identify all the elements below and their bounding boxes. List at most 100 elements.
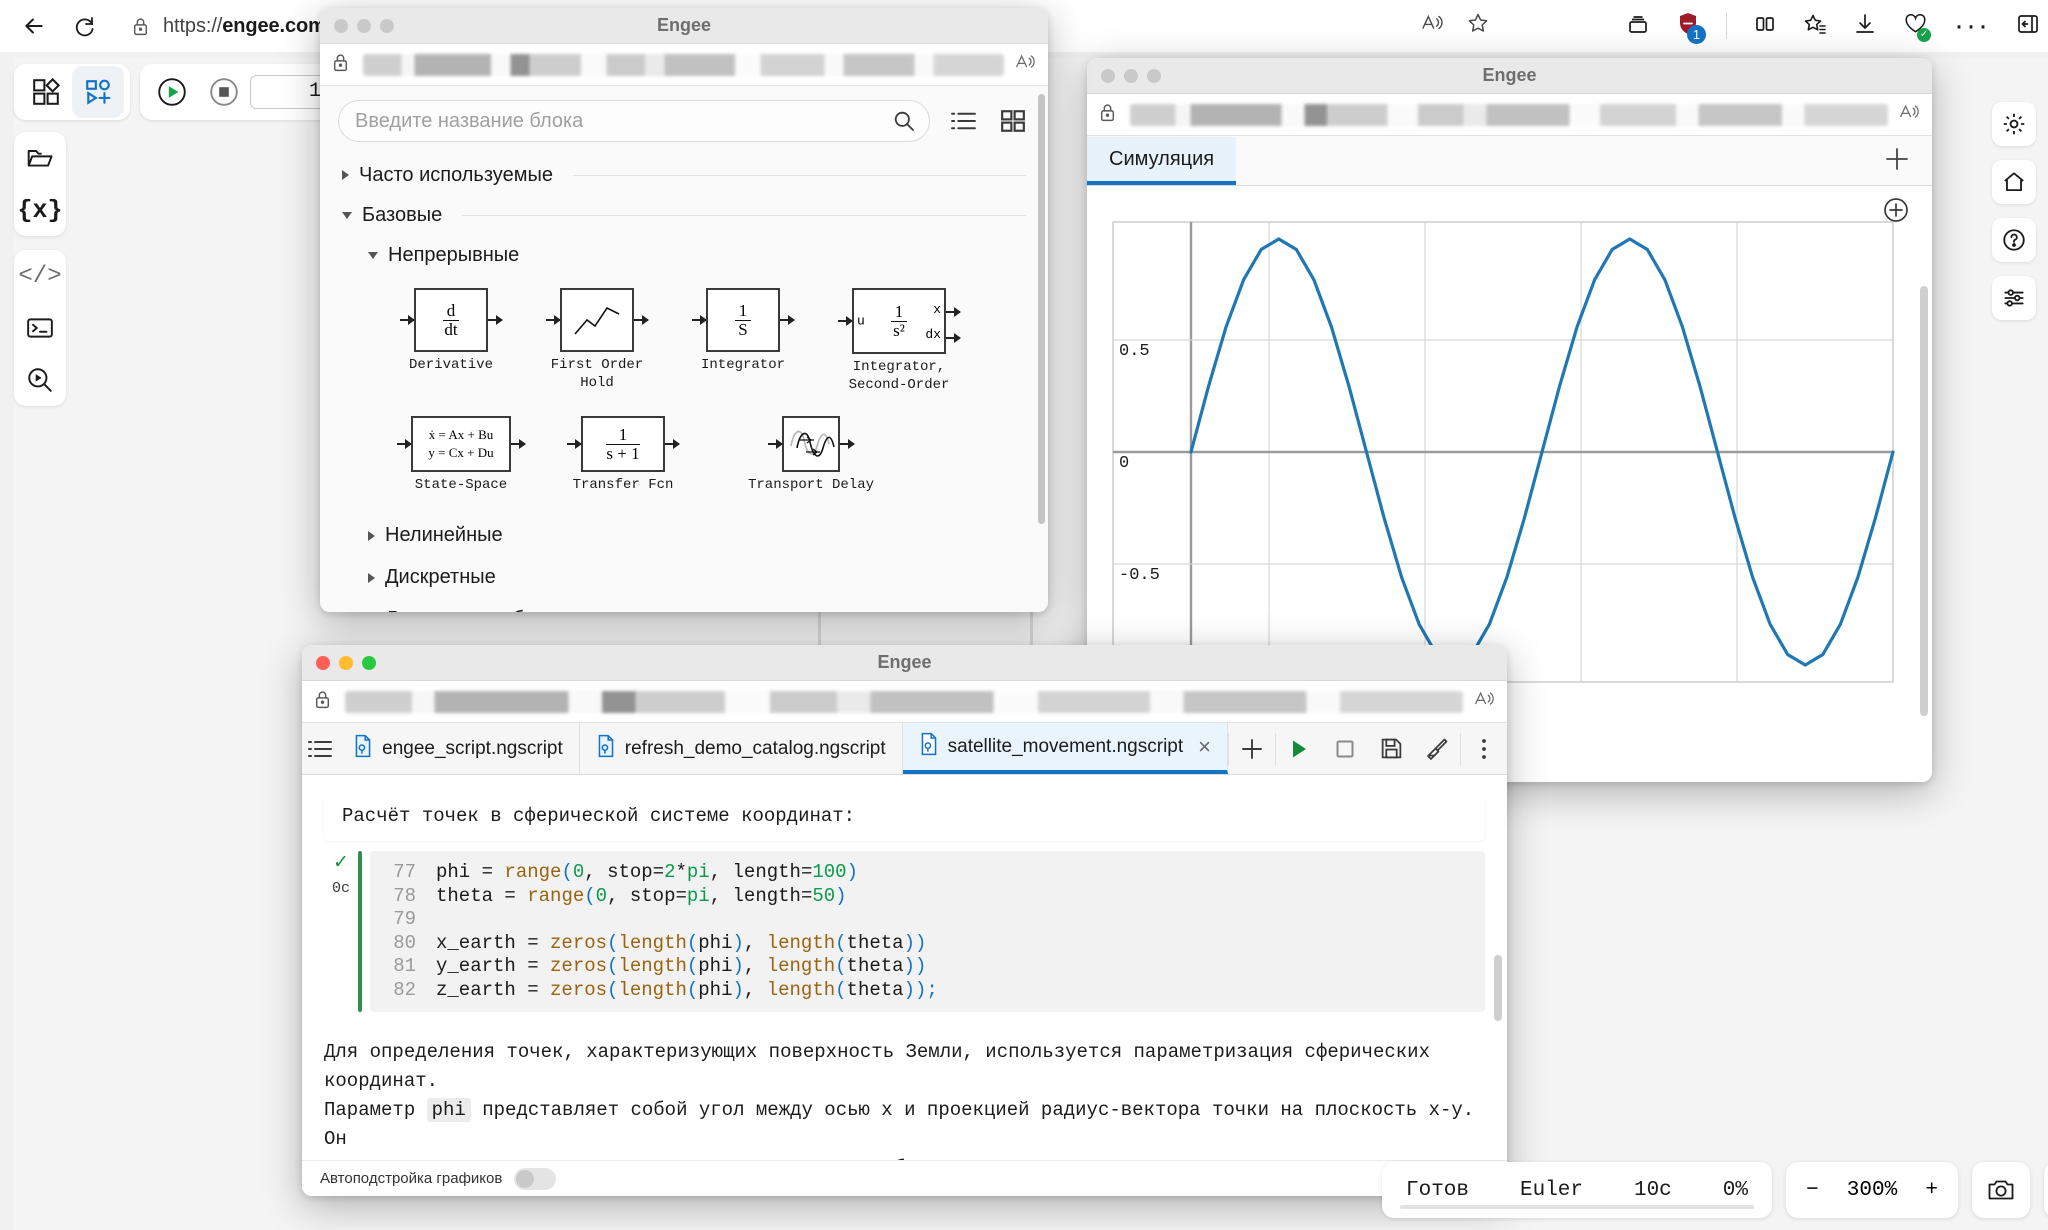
tab-simulation[interactable]: Симуляция (1087, 137, 1237, 185)
favorites-list-icon[interactable] (1803, 12, 1827, 41)
port-label-u: u (857, 313, 865, 329)
code-icon[interactable]: </> (14, 250, 66, 302)
new-tab-icon[interactable] (1229, 723, 1275, 775)
library-window-urlbar[interactable] (320, 44, 1048, 86)
settings-gear-icon[interactable] (1992, 102, 2036, 146)
maximize-button[interactable] (362, 656, 376, 670)
add-block-icon[interactable] (72, 66, 124, 118)
grid-view-icon[interactable] (996, 104, 1030, 138)
library-window-titlebar[interactable]: Engee (320, 8, 1048, 44)
run-icon[interactable] (1276, 723, 1322, 775)
code-cell[interactable]: ✓ 0c 77 phi = range(0, stop=2*pi, length=… (324, 851, 1485, 1012)
tab-refresh-demo-catalog[interactable]: refresh_demo_catalog.ngscript (579, 723, 903, 774)
tree-node-frequently-used[interactable]: Часто используемые (342, 156, 1026, 194)
terminal-icon[interactable] (14, 302, 66, 354)
shield-blocked-icon[interactable]: 1 (1676, 11, 1707, 44)
bug-icon[interactable] (2044, 1162, 2048, 1218)
block-label: Integrator, Second-Order (848, 359, 950, 393)
browser-essentials-icon[interactable]: ✓ (1903, 12, 1932, 42)
split-screen-icon[interactable] (1753, 12, 1777, 41)
tree-node-logic[interactable]: Логические и битовые (368, 601, 1026, 612)
maximize-button[interactable] (380, 19, 394, 33)
simulation-window-titlebar[interactable]: Engee (1087, 58, 1932, 94)
search-input[interactable]: Введите название блока (338, 100, 930, 142)
block-derivative[interactable]: d dt Derivative (396, 288, 506, 394)
sidebar-toggle-icon[interactable] (2016, 13, 2040, 40)
close-icon[interactable]: × (1198, 734, 1211, 760)
markdown-cell-heading[interactable]: Расчёт точек в сферической системе коорд… (324, 791, 1485, 841)
tab-satellite-movement[interactable]: satellite_movement.ngscript × (902, 723, 1228, 774)
close-button[interactable] (316, 656, 330, 670)
camera-icon[interactable] (1972, 1162, 2030, 1218)
star-icon[interactable] (1466, 11, 1490, 41)
maximize-button[interactable] (1147, 69, 1161, 83)
zoom-out-button[interactable]: − (1806, 1179, 1819, 1202)
reload-icon[interactable] (64, 6, 104, 46)
collections-icon[interactable] (1626, 12, 1650, 41)
stop-icon[interactable] (1322, 723, 1368, 775)
blocks-library-icon[interactable] (20, 66, 72, 118)
more-vertical-icon[interactable] (1461, 723, 1507, 775)
downloads-icon[interactable] (1853, 12, 1877, 41)
read-aloud-icon[interactable] (1014, 52, 1036, 77)
library-scrollbar[interactable] (1038, 94, 1045, 524)
block-label: First Order Hold (550, 357, 644, 391)
back-arrow-icon[interactable] (14, 6, 54, 46)
home-icon[interactable] (1992, 160, 2036, 204)
input-port (400, 315, 415, 325)
input-port (768, 439, 783, 449)
add-tab-icon[interactable] (1882, 144, 1912, 189)
output-port (665, 439, 680, 449)
window-traffic-lights[interactable] (1101, 69, 1161, 83)
save-icon[interactable] (1368, 723, 1414, 775)
stop-icon[interactable] (198, 66, 250, 118)
block-state-space[interactable]: ẋ = Ax + Bu y = Cx + Du State-Space (396, 416, 526, 495)
simulation-scrollbar[interactable] (1920, 286, 1928, 716)
block-transport-delay[interactable]: Transport Delay (736, 416, 886, 495)
zoom-in-button[interactable]: + (1925, 1179, 1938, 1202)
minimize-button[interactable] (1124, 69, 1138, 83)
read-aloud-icon[interactable] (1898, 102, 1920, 127)
block-transfer-fcn[interactable]: 1 s + 1 Transfer Fcn (567, 416, 680, 495)
minimize-button[interactable] (357, 19, 371, 33)
autofit-toggle[interactable] (514, 1167, 557, 1190)
open-folder-icon[interactable] (14, 132, 66, 184)
block-integrator[interactable]: 1 S Integrator (688, 288, 798, 394)
preferences-icon[interactable] (1992, 276, 2036, 320)
run-icon[interactable] (146, 66, 198, 118)
tree-label: Непрерывные (388, 243, 520, 266)
block-integrator-second-order[interactable]: u x dx 1 s² Integrator, Second-Order (834, 288, 964, 394)
minimize-button[interactable] (339, 656, 353, 670)
tab-engee-script[interactable]: engee_script.ngscript (337, 723, 580, 774)
tree-node-continuous[interactable]: Непрерывные (368, 236, 1026, 274)
tree-node-nonlinear[interactable]: Нелинейные (368, 517, 1026, 555)
read-aloud-icon[interactable] (1473, 689, 1495, 714)
block-glyph (546, 288, 649, 352)
script-window-titlebar[interactable]: Engee (302, 645, 1507, 681)
script-window-urlbar[interactable] (302, 681, 1507, 723)
tree-node-basic[interactable]: Базовые (342, 196, 1026, 234)
code-editor[interactable]: 77 phi = range(0, stop=2*pi, length=100) … (370, 851, 1485, 1012)
block-first-order-hold[interactable]: First Order Hold (542, 288, 652, 394)
notebook-scrollbar[interactable] (1494, 955, 1502, 1021)
tree-node-discrete[interactable]: Дискретные (368, 559, 1026, 597)
window-traffic-lights[interactable] (334, 19, 394, 33)
inspect-icon[interactable] (14, 354, 66, 406)
more-ellipsis-icon[interactable]: ··· (1954, 11, 1990, 41)
window-traffic-lights[interactable] (316, 656, 376, 670)
help-icon[interactable] (1992, 218, 2036, 262)
clear-icon[interactable] (1414, 723, 1460, 775)
simulation-window-urlbar[interactable] (1087, 94, 1932, 136)
shield-badge-count: 1 (1687, 25, 1707, 44)
notebook-body[interactable]: Расчёт точек в сферической системе коорд… (302, 775, 1507, 1196)
list-icon[interactable] (302, 723, 337, 775)
list-view-icon[interactable] (946, 104, 980, 138)
close-button[interactable] (1101, 69, 1115, 83)
browser-toolbar-icons: 1 ✓ ··· (1626, 6, 2040, 46)
line-number: 78 (393, 884, 416, 907)
read-aloud-icon[interactable] (1420, 12, 1444, 40)
toolbar-divider (1726, 13, 1728, 39)
variables-icon[interactable]: {x} (14, 184, 66, 236)
close-button[interactable] (334, 19, 348, 33)
search-icon[interactable] (893, 110, 915, 132)
